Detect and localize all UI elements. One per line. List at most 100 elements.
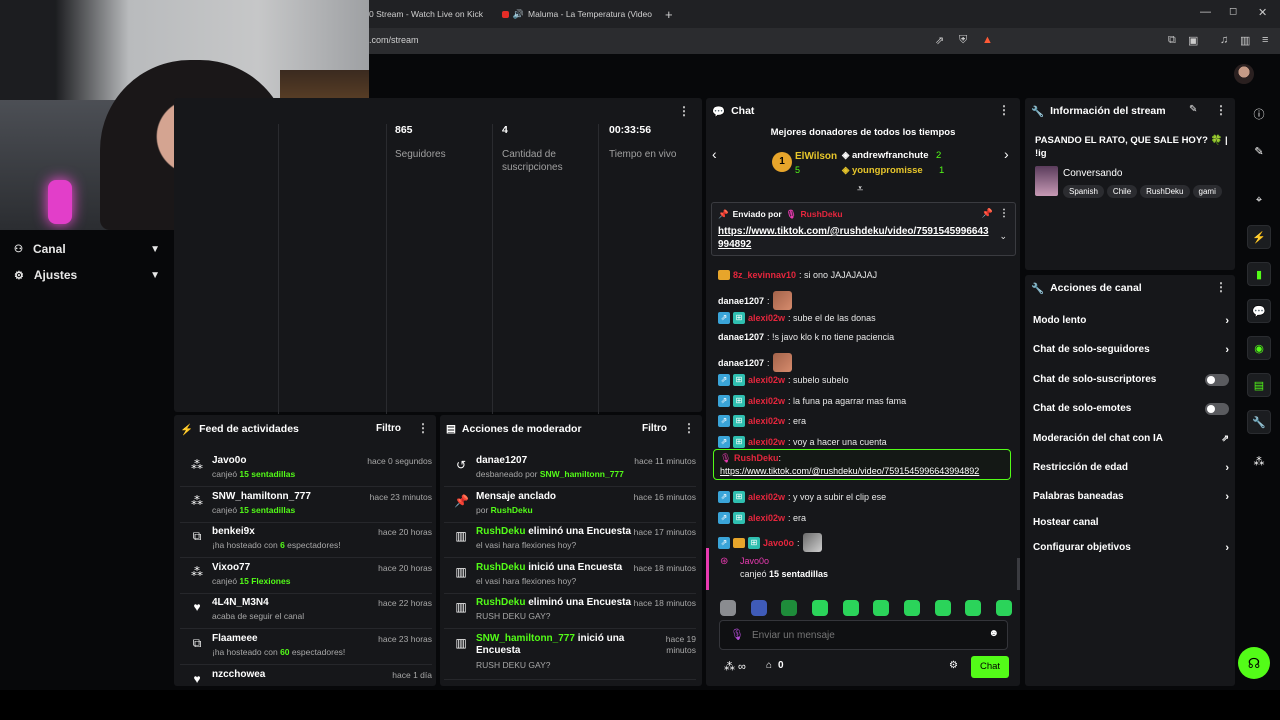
mod-username[interactable]: danae1207 xyxy=(476,455,527,466)
more-options-icon[interactable]: ⋮ xyxy=(683,421,695,435)
mod-username[interactable]: RushDeku xyxy=(476,597,525,608)
category-name[interactable]: Conversando xyxy=(1063,168,1122,179)
chat-username[interactable]: alexi02w xyxy=(748,513,785,523)
minimize-button[interactable]: — xyxy=(1200,6,1211,18)
mod-username[interactable]: RushDeku xyxy=(476,526,525,537)
mod-username[interactable]: RushDeku xyxy=(476,562,525,573)
channel-action-row[interactable]: Chat de solo-suscriptores xyxy=(1033,373,1229,386)
channel-action-row[interactable]: Chat de solo-seguidores › xyxy=(1033,344,1229,356)
shield-icon[interactable]: ⛨ xyxy=(959,34,967,47)
emote[interactable] xyxy=(965,600,982,616)
menu-icon[interactable]: ≡ xyxy=(1262,34,1268,46)
feed-username[interactable]: nzcchowea xyxy=(212,669,265,680)
channel-action-row[interactable]: Modo lento › xyxy=(1033,315,1229,327)
mod-action-row[interactable]: ▥ RushDeku eliminó una Encuesta RUSH DEKU … xyxy=(444,594,696,630)
wrench-icon[interactable]: 🔧 xyxy=(1247,410,1271,434)
tag[interactable]: gami xyxy=(1192,185,1222,198)
close-button[interactable]: ✕ xyxy=(1258,6,1267,19)
more-options-icon[interactable]: ⋮ xyxy=(678,104,690,118)
channel-action-row[interactable]: Chat de solo-emotes xyxy=(1033,402,1229,415)
emote[interactable] xyxy=(781,600,798,616)
feed-username[interactable]: Vixoo77 xyxy=(212,562,250,573)
emote[interactable] xyxy=(903,600,920,616)
feed-username[interactable]: SNW_hamiltonn_777 xyxy=(212,491,311,502)
highlight-link[interactable]: https://www.tiktok.com/@rushdeku/video/7… xyxy=(720,466,979,476)
nav-channel[interactable]: ⚇ Canal ▼ xyxy=(14,242,160,256)
emote[interactable] xyxy=(934,600,951,616)
filter-button[interactable]: Filtro xyxy=(642,423,667,434)
chevron-left-icon[interactable]: ‹ xyxy=(712,146,717,162)
more-options-icon[interactable]: ⋮ xyxy=(1215,280,1227,294)
chat-username[interactable]: danae1207 xyxy=(718,358,764,368)
browser-tab-kick[interactable]: 0 Stream - Watch Live on Kick xyxy=(369,4,494,24)
feed-username[interactable]: benkei9x xyxy=(212,526,255,537)
points-icon[interactable]: ⁂ xyxy=(1247,449,1271,473)
chat-username[interactable]: RushDeku xyxy=(734,453,779,463)
mod-username[interactable]: SNW_hamiltonn_777 xyxy=(476,633,575,644)
chat-input-box[interactable]: 🎙 ☻ xyxy=(719,620,1008,650)
feed-username[interactable]: 4L4N_M3N4 xyxy=(212,597,269,608)
feed-row[interactable]: ♥ 4L4N_M3N4 acaba de seguir el canal hace 2… xyxy=(180,594,432,630)
feed-row[interactable]: ♥ nzcchowea hace 1 día xyxy=(180,666,432,686)
filter-button[interactable]: Filtro xyxy=(376,423,401,434)
store-control[interactable]: ⌂ 0 xyxy=(766,660,784,671)
feed-row[interactable]: ⧉ Flaameee ¡ha hosteado con 60 espectadore… xyxy=(180,630,432,665)
mod-username[interactable]: Mensaje anclado xyxy=(476,491,556,502)
feed-username[interactable]: Flaameee xyxy=(212,633,258,644)
maximize-button[interactable]: ◻ xyxy=(1229,6,1237,17)
channel-action-row[interactable]: Palabras baneadas › xyxy=(1033,491,1229,503)
chat-username[interactable]: danae1207 xyxy=(718,296,764,306)
chat-username[interactable]: alexi02w xyxy=(748,437,785,447)
toggle-switch[interactable] xyxy=(1205,373,1229,386)
edit-icon[interactable]: ✎ xyxy=(1189,104,1197,115)
focus-icon[interactable]: ⌖ xyxy=(1247,188,1271,212)
points-control[interactable]: ⁂ ∞ xyxy=(724,660,746,674)
nav-settings[interactable]: ⚙ Ajustes ▼ xyxy=(14,268,160,282)
toggle-switch[interactable] xyxy=(1205,402,1229,415)
emote[interactable] xyxy=(811,600,828,616)
browser-tab-maluma[interactable]: 🔊 Maluma - La Temperatura (Video xyxy=(502,4,652,24)
emote[interactable] xyxy=(750,600,767,616)
chat-username[interactable]: alexi02w xyxy=(748,416,785,426)
broadcast-icon[interactable]: ◉ xyxy=(1247,336,1271,360)
music-icon[interactable]: ♫ xyxy=(1220,34,1228,46)
share-icon[interactable]: ⇗ xyxy=(935,34,944,47)
stats-icon[interactable]: ▮ xyxy=(1247,262,1271,286)
chat-username[interactable]: Javo0o xyxy=(763,538,794,548)
chat-username[interactable]: alexi02w xyxy=(748,375,785,385)
chat-username[interactable]: alexi02w xyxy=(748,396,785,406)
new-tab-button[interactable]: + xyxy=(665,4,673,24)
more-options-icon[interactable]: ⋮ xyxy=(1215,103,1227,117)
unpin-icon[interactable]: 📌 xyxy=(982,208,993,219)
mod-action-row[interactable]: 📌 Mensaje anclado por RushDeku hace 16 minu… xyxy=(444,488,696,523)
chevron-down-icon[interactable]: ⌄ xyxy=(999,231,1007,242)
list-icon[interactable]: ▤ xyxy=(1247,373,1271,397)
extensions-icon[interactable]: ⧉ xyxy=(1168,34,1176,47)
support-icon[interactable]: ☊ xyxy=(1238,647,1270,679)
emote[interactable] xyxy=(720,600,736,616)
collapse-icon[interactable]: ⩡ xyxy=(857,183,863,196)
tag[interactable]: Chile xyxy=(1106,185,1138,198)
feed-row[interactable]: ⁂ Javo0o canjeó 15 sentadillas hace 0 segun… xyxy=(180,452,432,487)
feed-row[interactable]: ⁂ Vixoo77 canjeó 15 Flexiones hace 20 horas xyxy=(180,559,432,594)
gear-icon[interactable]: ⚙ xyxy=(949,660,958,671)
mod-action-row[interactable]: ▥ RushDeku eliminó una Encuesta el vasi ha… xyxy=(444,523,696,559)
chat-scrollbar[interactable] xyxy=(1017,558,1020,590)
chat-username[interactable]: alexi02w xyxy=(748,313,785,323)
mod-action-row[interactable]: ▥ SNW_hamiltonn_777 inició una Encuesta RU… xyxy=(444,630,696,680)
pinned-user[interactable]: RushDeku xyxy=(801,209,843,220)
chat-input[interactable] xyxy=(752,627,972,643)
edit-icon[interactable]: ✎ xyxy=(1247,139,1271,163)
mic-icon[interactable]: 🎙 xyxy=(730,628,744,641)
mod-action-row[interactable]: ↺ danae1207 desbaneado por SNW_hamiltonn_7… xyxy=(444,452,696,487)
chat-username[interactable]: alexi02w xyxy=(748,492,785,502)
rewards-icon[interactable]: ▲ xyxy=(982,34,993,46)
redeem-user[interactable]: Javo0o xyxy=(740,556,769,566)
channel-action-row[interactable]: Configurar objetivos › xyxy=(1033,542,1229,554)
more-options-icon[interactable]: ⋮ xyxy=(998,103,1010,117)
feed-row[interactable]: ⁂ SNW_hamiltonn_777 canjeó 15 sentadillas h… xyxy=(180,488,432,523)
url-field[interactable]: .com/stream xyxy=(369,35,419,45)
tag[interactable]: Spanish xyxy=(1063,185,1104,198)
channel-action-row[interactable]: Restricción de edad › xyxy=(1033,462,1229,474)
channel-action-row[interactable]: Hostear canal xyxy=(1033,517,1229,528)
